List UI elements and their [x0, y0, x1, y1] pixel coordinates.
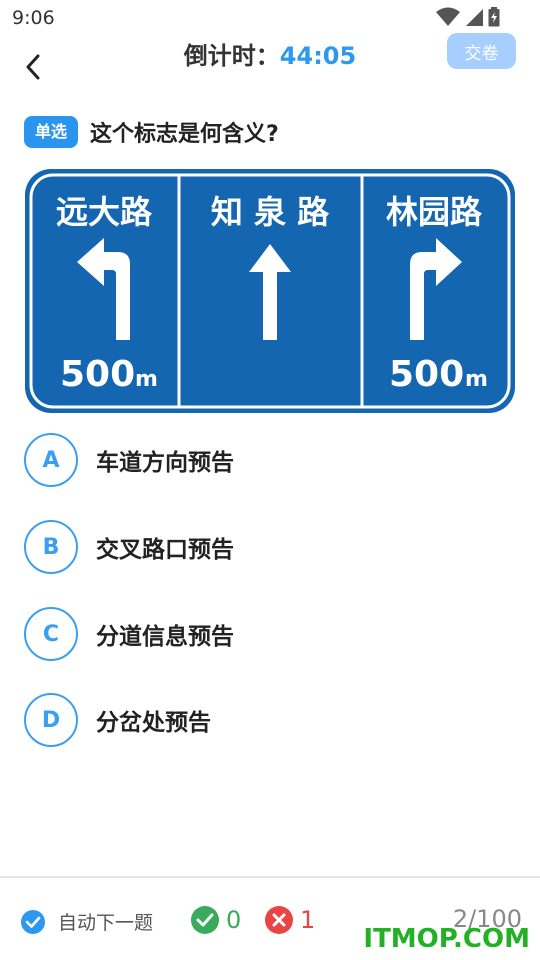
checkmark-circle-icon [21, 909, 45, 934]
option-text: 分岔处预告 [96, 710, 211, 736]
bottom-bar: 自动下一题 0 1 2/100 ITMOP.COM [0, 876, 540, 960]
option-key: D [24, 693, 78, 747]
wrong-counter: 1 [264, 905, 315, 935]
question-text: 这个标志是何含义? [90, 122, 279, 147]
status-time: 9:06 [12, 7, 55, 29]
check-circle-icon [191, 906, 219, 934]
option-key: C [24, 607, 78, 661]
correct-counter: 0 [190, 905, 241, 935]
question-header: 单选 这个标志是何含义? [24, 116, 279, 148]
sign-road-name-center: 知 泉 路 [211, 193, 330, 231]
sign-distance-right: 500 [389, 354, 464, 395]
sign-distance-left: 500 [60, 354, 135, 395]
road-sign-image: 远大路 500 m 知 泉 路 林园路 500 m [25, 169, 515, 413]
option-text: 分道信息预告 [96, 624, 234, 650]
auto-next-label: 自动下一题 [58, 912, 154, 934]
sign-road-name-right: 林园路 [386, 193, 483, 231]
sign-road-name-left: 远大路 [56, 193, 153, 231]
timer-value: 44:05 [279, 42, 357, 70]
option-c[interactable]: C 分道信息预告 [24, 606, 516, 662]
option-key: A [24, 433, 78, 487]
option-b[interactable]: B 交叉路口预告 [24, 519, 516, 575]
signal-icon [466, 9, 483, 26]
question-type-badge: 单选 [24, 116, 79, 148]
option-key: B [24, 520, 78, 574]
wifi-icon [436, 7, 460, 26]
status-icons [436, 7, 500, 27]
battery-icon [488, 7, 500, 27]
option-text: 车道方向预告 [96, 450, 234, 476]
option-d[interactable]: D 分岔处预告 [24, 692, 516, 748]
sign-unit-left: m [135, 367, 158, 392]
correct-count: 0 [226, 906, 242, 934]
header: 倒计时：44:05 交卷 [0, 30, 540, 100]
x-circle-icon [265, 906, 293, 934]
wrong-count: 1 [300, 906, 316, 934]
option-a[interactable]: A 车道方向预告 [24, 432, 516, 488]
submit-exam-button[interactable]: 交卷 [447, 33, 516, 69]
timer-label: 倒计时： [183, 42, 280, 70]
watermark: ITMOP.COM [363, 924, 530, 954]
auto-next-toggle[interactable]: 自动下一题 [20, 908, 153, 935]
option-text: 交叉路口预告 [96, 537, 234, 563]
sign-unit-right: m [465, 367, 488, 392]
